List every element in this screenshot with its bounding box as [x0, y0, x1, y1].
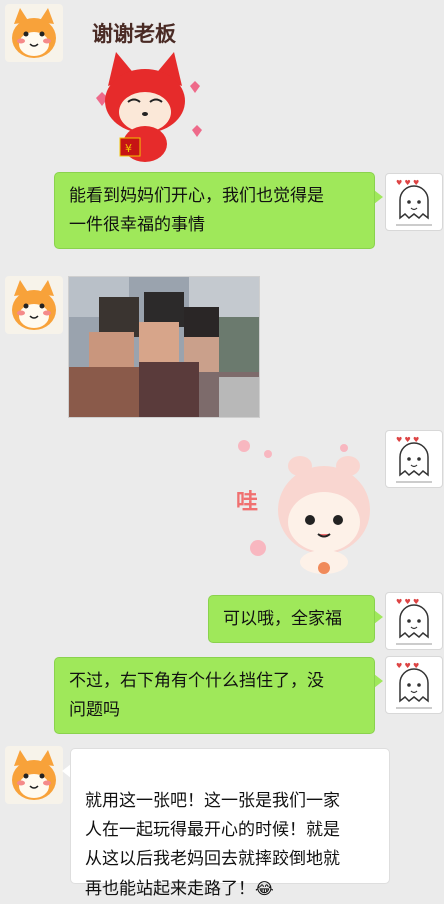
- ghost-avatar-icon: ♥ ♥ ♥: [396, 436, 432, 483]
- contact-avatar[interactable]: [5, 4, 63, 62]
- girl-bunny-sticker-icon: [238, 440, 370, 574]
- contact-avatar[interactable]: [5, 276, 63, 334]
- pixelated-photo-icon: [69, 277, 259, 417]
- cat-avatar-icon: [5, 4, 63, 62]
- sticker-caption: 谢谢老板: [92, 21, 176, 46]
- my-avatar[interactable]: ♥ ♥ ♥: [385, 656, 443, 714]
- ghost-avatar-icon: ♥ ♥ ♥: [396, 598, 432, 645]
- bubble-tail: [374, 190, 383, 204]
- my-avatar[interactable]: ♥ ♥ ♥: [385, 173, 443, 231]
- cat-avatar-icon: [5, 746, 63, 804]
- message-text: 就用这一张吧！这一张是我们一家 人在一起玩得最开心的时候！就是 从这以后我老妈回…: [85, 791, 340, 899]
- message-bubble-sent[interactable]: 能看到妈妈们开心，我们也觉得是 一件很幸福的事情: [54, 172, 375, 249]
- shared-photo-pixelated[interactable]: [68, 276, 260, 418]
- message-bubble-received[interactable]: 就用这一张吧！这一张是我们一家 人在一起玩得最开心的时候！就是 从这以后我老妈回…: [70, 748, 390, 899]
- contact-avatar[interactable]: [5, 746, 63, 804]
- ghost-avatar-icon: ♥ ♥ ♥: [396, 662, 432, 709]
- bubble-tail: [374, 674, 383, 688]
- sticker-wow-girl: 哇: [228, 430, 376, 578]
- ghost-avatar-icon: ♥ ♥ ♥: [396, 179, 432, 226]
- my-avatar[interactable]: ♥ ♥ ♥: [385, 430, 443, 488]
- message-bubble-sent[interactable]: 不过，右下角有个什么挡住了，没 问题吗: [54, 657, 375, 734]
- sticker-thanks-boss: 谢谢老板 ¥: [82, 12, 212, 162]
- laughing-tears-emoji-icon: 😂: [255, 879, 274, 898]
- my-avatar[interactable]: ♥ ♥ ♥: [385, 592, 443, 650]
- message-bubble-sent[interactable]: 可以哦，全家福: [208, 595, 375, 643]
- cat-avatar-icon: [5, 276, 63, 334]
- svg-text:¥: ¥: [125, 142, 132, 155]
- red-fox-sticker-icon: ¥: [96, 52, 202, 162]
- bubble-tail: [374, 610, 383, 624]
